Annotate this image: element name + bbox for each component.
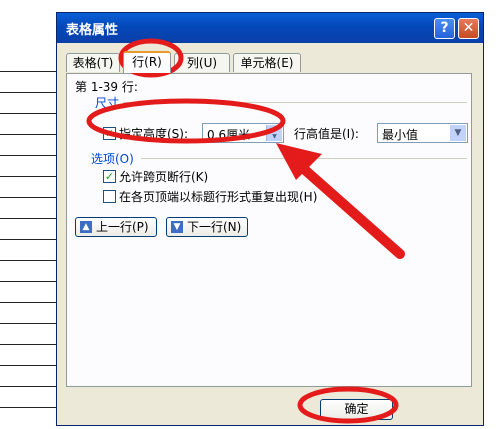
table-line bbox=[0, 365, 58, 366]
table-line bbox=[0, 92, 58, 93]
chevron-down-icon[interactable]: ▼ bbox=[450, 125, 466, 141]
previous-row-label: 上一行(P) bbox=[96, 220, 149, 234]
table-properties-dialog: 表格属性 ? ✕ 表格(T) 行(R) 列(U) 单元格(E) 第 1-39 行… bbox=[56, 12, 484, 426]
allow-break-checkbox[interactable]: ✓ bbox=[103, 170, 116, 183]
table-line bbox=[0, 407, 58, 408]
tab-row[interactable]: 行(R) bbox=[123, 51, 171, 73]
table-line bbox=[0, 155, 58, 156]
arrow-up-icon: ▲ bbox=[80, 221, 92, 233]
table-line bbox=[0, 239, 58, 240]
height-value: 0.6厘米 bbox=[207, 128, 251, 142]
specify-height-label: 指定高度(S): bbox=[119, 127, 189, 141]
spinner-arrows-icon[interactable]: ▲ ▼ bbox=[266, 125, 282, 141]
rows-range-label: 第 1-39 行: bbox=[75, 80, 138, 94]
row-height-is-select[interactable]: 最小值 ▼ bbox=[377, 123, 468, 143]
next-row-label: 下一行(N) bbox=[187, 220, 242, 234]
table-line bbox=[0, 71, 58, 72]
dialog-title: 表格属性 bbox=[66, 23, 119, 38]
table-line bbox=[0, 176, 58, 177]
allow-break-label: 允许跨页断行(K) bbox=[119, 170, 209, 184]
help-button[interactable]: ? bbox=[434, 18, 455, 39]
repeat-header-checkbox[interactable] bbox=[103, 190, 116, 203]
table-line bbox=[0, 113, 58, 114]
group-divider bbox=[123, 102, 467, 103]
tab-cell[interactable]: 单元格(E) bbox=[233, 53, 301, 72]
table-line bbox=[0, 134, 58, 135]
tab-column[interactable]: 列(U) bbox=[174, 53, 230, 72]
height-spinner[interactable]: 0.6厘米 ▲ ▼ bbox=[202, 123, 284, 143]
options-group-label: 选项(O) bbox=[91, 152, 134, 166]
table-line bbox=[0, 281, 58, 282]
row-height-is-value: 最小值 bbox=[382, 128, 419, 142]
ok-button[interactable]: 确定 bbox=[320, 399, 393, 420]
specify-height-checkbox[interactable]: ✓ bbox=[103, 127, 116, 140]
arrow-down-icon: ▼ bbox=[171, 221, 183, 233]
next-row-button[interactable]: ▼ 下一行(N) bbox=[166, 217, 248, 237]
dialog-titlebar[interactable]: 表格属性 ? ✕ bbox=[57, 13, 483, 43]
table-line bbox=[0, 323, 58, 324]
table-line bbox=[0, 197, 58, 198]
size-group-label: 尺寸 bbox=[95, 96, 120, 110]
group-divider bbox=[141, 158, 467, 159]
previous-row-button[interactable]: ▲ 上一行(P) bbox=[75, 217, 157, 237]
row-tab-panel: 第 1-39 行: 尺寸 ✓ 指定高度(S): 0.6厘米 ▲ ▼ 行高值是(I)… bbox=[66, 73, 472, 387]
table-line bbox=[0, 344, 58, 345]
table-line bbox=[0, 386, 58, 387]
document-table-lines bbox=[0, 0, 60, 429]
tab-table[interactable]: 表格(T) bbox=[66, 53, 120, 72]
close-button[interactable]: ✕ bbox=[458, 18, 479, 39]
table-line bbox=[0, 218, 58, 219]
repeat-header-label: 在各页顶端以标题行形式重复出现(H) bbox=[119, 190, 318, 204]
row-height-is-label: 行高值是(I): bbox=[294, 127, 359, 141]
table-line bbox=[0, 302, 58, 303]
table-line bbox=[0, 260, 58, 261]
